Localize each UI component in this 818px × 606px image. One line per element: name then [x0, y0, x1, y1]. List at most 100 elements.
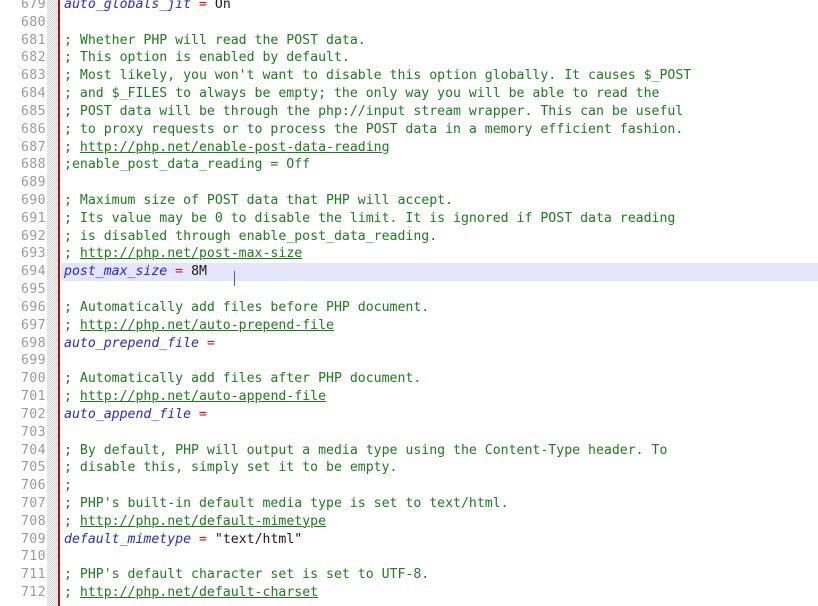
- code-text[interactable]: ; http://php.net/default-charset: [64, 584, 318, 602]
- code-line[interactable]: [0, 548, 818, 566]
- line-number: 691: [20, 210, 46, 226]
- code-line[interactable]: [0, 14, 818, 32]
- code-line[interactable]: [0, 424, 818, 442]
- token-comment: ; to proxy requests or to process the PO…: [64, 121, 684, 137]
- code-line[interactable]: ; http://php.net/auto-append-file: [0, 388, 818, 406]
- token-comment: ; PHP's built-in default media type is s…: [64, 495, 509, 511]
- code-line[interactable]: ; PHP's built-in default media type is s…: [0, 495, 818, 513]
- line-number: 707: [20, 495, 46, 511]
- code-line[interactable]: ; http://php.net/post-max-size: [0, 245, 818, 263]
- token-comment: ; Whether PHP will read the POST data.: [64, 32, 366, 48]
- code-line[interactable]: ; Automatically add files after PHP docu…: [0, 370, 818, 388]
- code-line[interactable]: ; PHP's default character set is set to …: [0, 566, 818, 584]
- code-text[interactable]: post_max_size = 8M: [64, 263, 207, 281]
- token-comment: ;: [64, 246, 80, 262]
- code-line[interactable]: ; http://php.net/enable-post-data-readin…: [0, 139, 818, 157]
- code-line[interactable]: ; to proxy requests or to process the PO…: [0, 121, 818, 139]
- code-line-current[interactable]: post_max_size = 8M: [0, 263, 818, 282]
- code-text[interactable]: ; Most likely, you won't want to disable…: [64, 67, 691, 85]
- line-number: 710: [20, 549, 46, 565]
- token-key: default_mimetype: [64, 531, 192, 547]
- token-comment: ; and $_FILES to always be empty; the on…: [64, 86, 660, 102]
- code-text[interactable]: ; Maximum size of POST data that PHP wil…: [64, 192, 453, 210]
- code-line[interactable]: ; Its value may be 0 to disable the limi…: [0, 210, 818, 228]
- token-url[interactable]: http://php.net/default-charset: [80, 585, 318, 600]
- code-text[interactable]: ; POST data will be through the php://in…: [64, 103, 683, 121]
- code-text[interactable]: ; and $_FILES to always be empty; the on…: [64, 85, 659, 103]
- token-url[interactable]: http://php.net/default-mimetype: [80, 514, 326, 529]
- token-url[interactable]: http://php.net/post-max-size: [80, 246, 302, 261]
- code-line[interactable]: ; disable this, simply set it to be empt…: [0, 459, 818, 477]
- token-comment: ; Automatically add files after PHP docu…: [64, 371, 422, 387]
- code-text[interactable]: default_mimetype = "text/html": [64, 531, 302, 549]
- code-text[interactable]: ; http://php.net/default-mimetype: [64, 513, 326, 531]
- code-text[interactable]: ; Its value may be 0 to disable the limi…: [64, 210, 675, 228]
- code-text[interactable]: ; http://php.net/enable-post-data-readin…: [64, 139, 390, 157]
- token-comment: ;enable_post_data_reading = Off: [64, 157, 311, 173]
- token-comment: ;: [64, 317, 80, 333]
- code-line[interactable]: ; http://php.net/default-charset: [0, 584, 818, 602]
- code-editor[interactable]: auto_globals_jit = On ; Whether PHP will …: [0, 0, 818, 606]
- code-line[interactable]: ;enable_post_data_reading = Off: [0, 156, 818, 174]
- code-text[interactable]: auto_prepend_file =: [64, 335, 215, 353]
- token-comment: ;: [64, 139, 80, 155]
- code-text[interactable]: ; This option is enabled by default.: [64, 49, 350, 67]
- code-text[interactable]: auto_append_file =: [64, 406, 207, 424]
- code-text[interactable]: ; disable this, simply set it to be empt…: [64, 459, 397, 477]
- code-text[interactable]: ; to proxy requests or to process the PO…: [64, 121, 683, 139]
- code-line[interactable]: ; is disabled through enable_post_data_r…: [0, 228, 818, 246]
- code-line[interactable]: auto_prepend_file =: [0, 335, 818, 353]
- token-val: On: [214, 0, 231, 12]
- code-text[interactable]: ; is disabled through enable_post_data_r…: [64, 228, 437, 246]
- token-comment: ; By default, PHP will output a media ty…: [64, 442, 668, 458]
- line-number: 685: [20, 103, 46, 119]
- code-line[interactable]: [0, 281, 818, 299]
- line-number: 709: [20, 531, 46, 547]
- code-text[interactable]: ; By default, PHP will output a media ty…: [64, 442, 667, 460]
- code-line[interactable]: ; This option is enabled by default.: [0, 49, 818, 67]
- token-key: auto_append_file: [64, 406, 192, 422]
- token-eq: =: [199, 531, 207, 547]
- code-line[interactable]: ; and $_FILES to always be empty; the on…: [0, 85, 818, 103]
- code-line[interactable]: ; Automatically add files before PHP doc…: [0, 299, 818, 317]
- code-text[interactable]: ;enable_post_data_reading = Off: [64, 156, 310, 174]
- line-number: 712: [20, 585, 46, 601]
- code-text[interactable]: ;: [64, 477, 72, 495]
- code-line[interactable]: ; Whether PHP will read the POST data.: [0, 32, 818, 50]
- line-number: 696: [20, 299, 46, 315]
- token-url[interactable]: http://php.net/auto-append-file: [80, 389, 326, 404]
- token-url[interactable]: http://php.net/enable-post-data-reading: [80, 140, 390, 155]
- token-url[interactable]: http://php.net/auto-prepend-file: [80, 318, 334, 333]
- code-text[interactable]: ; Whether PHP will read the POST data.: [64, 32, 366, 50]
- code-line[interactable]: ; By default, PHP will output a media ty…: [0, 442, 818, 460]
- code-text[interactable]: ; http://php.net/auto-append-file: [64, 388, 326, 406]
- code-line[interactable]: [0, 352, 818, 370]
- code-text[interactable]: auto_globals_jit = On: [64, 0, 231, 14]
- code-text[interactable]: ; http://php.net/auto-prepend-file: [64, 317, 334, 335]
- code-line[interactable]: ; http://php.net/auto-prepend-file: [0, 317, 818, 335]
- line-number: 701: [20, 389, 46, 405]
- code-text[interactable]: ; Automatically add files before PHP doc…: [64, 299, 429, 317]
- code-line[interactable]: default_mimetype = "text/html": [0, 531, 818, 549]
- code-line[interactable]: auto_append_file =: [0, 406, 818, 424]
- code-line[interactable]: ;: [0, 477, 818, 495]
- code-line[interactable]: auto_globals_jit = On: [0, 0, 818, 14]
- code-line[interactable]: [0, 174, 818, 192]
- code-line[interactable]: ; Most likely, you won't want to disable…: [0, 67, 818, 85]
- code-text[interactable]: ; http://php.net/post-max-size: [64, 245, 302, 263]
- line-number: 705: [20, 460, 46, 476]
- code-text[interactable]: ; Automatically add files after PHP docu…: [64, 370, 421, 388]
- code-text[interactable]: ; PHP's default character set is set to …: [64, 566, 429, 584]
- token-comment: ; Maximum size of POST data that PHP wil…: [64, 193, 454, 209]
- code-line[interactable]: ; POST data will be through the php://in…: [0, 103, 818, 121]
- code-line[interactable]: ; Maximum size of POST data that PHP wil…: [0, 192, 818, 210]
- line-number: 703: [20, 424, 46, 440]
- code-line[interactable]: ; http://php.net/default-mimetype: [0, 513, 818, 531]
- code-text[interactable]: ; PHP's built-in default media type is s…: [64, 495, 509, 513]
- token-comment: ; Its value may be 0 to disable the limi…: [64, 210, 676, 226]
- line-number: 700: [20, 371, 46, 387]
